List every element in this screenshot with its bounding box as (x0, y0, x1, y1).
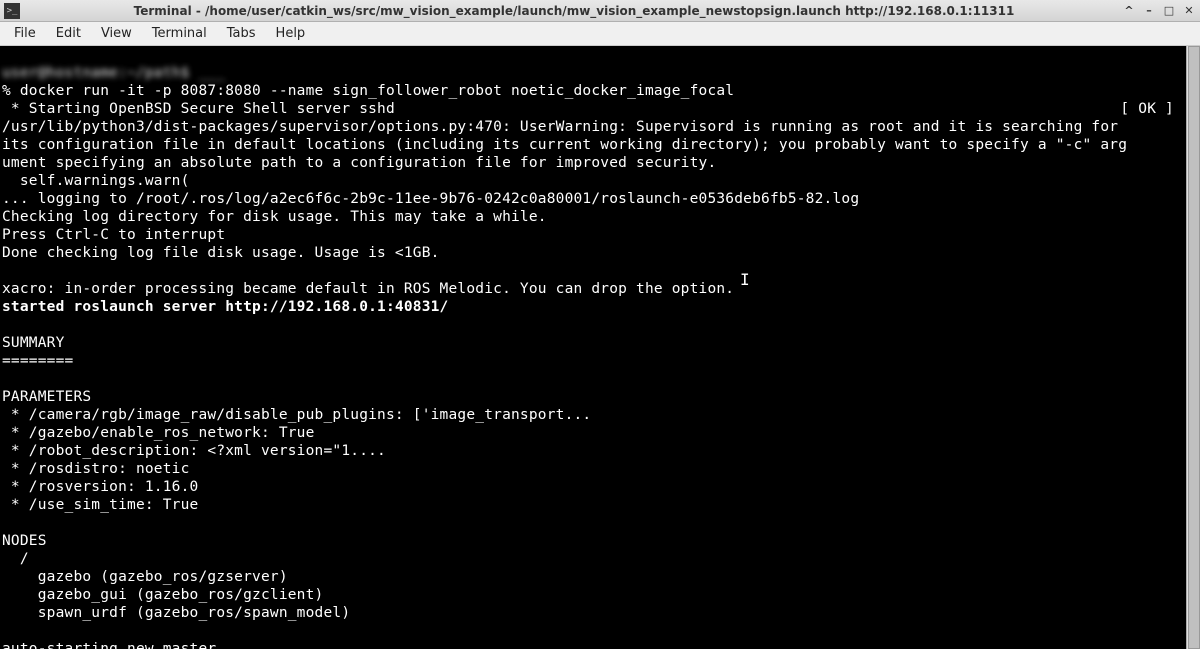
menu-edit[interactable]: Edit (46, 24, 91, 43)
terminal-line: / (2, 551, 29, 567)
terminal-line: * /gazebo/enable_ros_network: True (2, 425, 315, 441)
menu-tabs[interactable]: Tabs (217, 24, 266, 43)
vertical-scrollbar[interactable] (1186, 46, 1200, 649)
window-title: Terminal - /home/user/catkin_ws/src/mw_v… (26, 4, 1122, 18)
terminal-line: ======== (2, 353, 73, 369)
terminal-line-summary: SUMMARY (2, 335, 65, 351)
terminal-line: Press Ctrl-C to interrupt (2, 227, 225, 243)
maximize-button[interactable]: □ (1162, 4, 1176, 18)
terminal-prompt-hidden: user@hostname:~/path$ ___ (2, 65, 225, 81)
terminal-line: Done checking log file disk usage. Usage… (2, 245, 440, 261)
menu-help[interactable]: Help (266, 24, 316, 43)
terminal-line: * Starting OpenBSD Secure Shell server s… (2, 101, 395, 117)
window-titlebar: >_ Terminal - /home/user/catkin_ws/src/m… (0, 0, 1200, 22)
terminal-line: xacro: in-order processing became defaul… (2, 281, 734, 297)
terminal-line: spawn_urdf (gazebo_ros/spawn_model) (2, 605, 350, 621)
status-ok: [ OK ] (1120, 100, 1174, 118)
terminal-line: * /rosdistro: noetic (2, 461, 190, 477)
terminal-line: its configuration file in default locati… (2, 137, 1127, 153)
terminal-line: gazebo_gui (gazebo_ros/gzclient) (2, 587, 323, 603)
terminal-line: gazebo (gazebo_ros/gzserver) (2, 569, 288, 585)
terminal-line: Checking log directory for disk usage. T… (2, 209, 547, 225)
terminal-line: self.warnings.warn( (2, 173, 190, 189)
terminal-line: /usr/lib/python3/dist-packages/superviso… (2, 119, 1127, 135)
terminal-line-roslaunch-server: started roslaunch server http://192.168.… (2, 299, 449, 315)
terminal-line: * /camera/rgb/image_raw/disable_pub_plug… (2, 407, 591, 423)
terminal-line: auto-starting new master (2, 641, 216, 649)
rollup-button[interactable]: ^ (1122, 4, 1136, 18)
window-controls: ^ – □ ✕ (1122, 4, 1196, 18)
scrollbar-thumb[interactable] (1188, 46, 1200, 649)
terminal-line: * /use_sim_time: True (2, 497, 198, 513)
terminal-output[interactable]: user@hostname:~/path$ ___ % docker run -… (0, 46, 1200, 649)
terminal-line: * /robot_description: <?xml version="1..… (2, 443, 386, 459)
menubar: File Edit View Terminal Tabs Help (0, 22, 1200, 46)
terminal-line: * /rosversion: 1.16.0 (2, 479, 198, 495)
menu-view[interactable]: View (91, 24, 142, 43)
terminal-line-parameters-header: PARAMETERS (2, 389, 91, 405)
terminal-line: % docker run -it -p 8087:8080 --name sig… (2, 83, 734, 99)
terminal-line: ument specifying an absolute path to a c… (2, 155, 716, 171)
terminal-line-nodes-header: NODES (2, 533, 47, 549)
close-button[interactable]: ✕ (1182, 4, 1196, 18)
minimize-button[interactable]: – (1142, 4, 1156, 18)
menu-terminal[interactable]: Terminal (142, 24, 217, 43)
terminal-line: ... logging to /root/.ros/log/a2ec6f6c-2… (2, 191, 859, 207)
menu-file[interactable]: File (4, 24, 46, 43)
terminal-icon: >_ (4, 3, 20, 19)
